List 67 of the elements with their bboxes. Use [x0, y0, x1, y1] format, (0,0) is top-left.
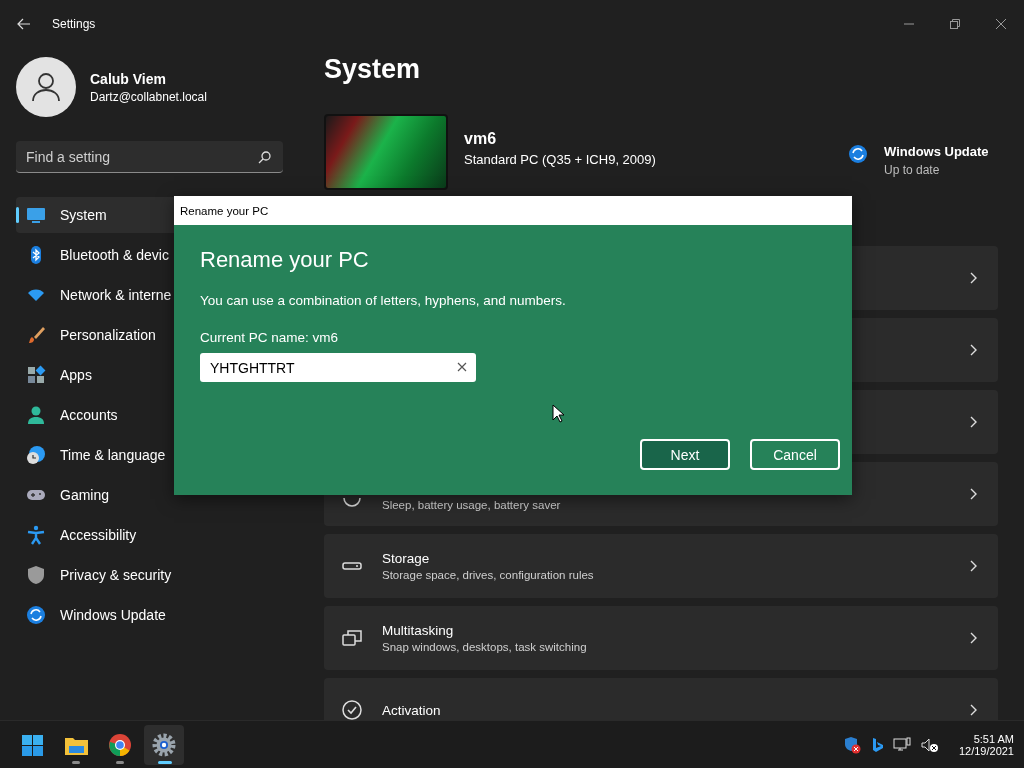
- back-arrow-icon: [17, 18, 31, 30]
- current-name-label: Current PC name: vm6: [200, 330, 340, 345]
- clock-time: 5:51 AM: [973, 732, 1014, 745]
- person-icon: [26, 405, 46, 425]
- chevron-right-icon: [970, 704, 978, 716]
- clock-globe-icon: [26, 445, 46, 465]
- chevron-right-icon: [970, 632, 978, 644]
- card-subtitle: Snap windows, desktops, task switching: [382, 641, 588, 653]
- shield-icon: [26, 565, 46, 585]
- dialog-description: You can use a combination of letters, hyphens, and numbers.: [200, 293, 567, 308]
- brush-icon: [26, 325, 46, 345]
- window-title: Settings: [52, 17, 96, 31]
- clock-date: 12/19/2021: [958, 744, 1014, 757]
- sync-icon: [26, 605, 46, 625]
- search-icon: [258, 151, 271, 164]
- clear-button[interactable]: [457, 362, 467, 372]
- clear-icon: [457, 362, 467, 372]
- page-title: System: [324, 54, 422, 86]
- sidebar-item[interactable]: Windows Update: [16, 597, 286, 633]
- card-title: Multitasking: [382, 623, 455, 638]
- taskbar-app[interactable]: [144, 724, 184, 765]
- chevron-right-icon: [970, 344, 978, 356]
- card-subtitle: Sleep, battery usage, battery saver: [382, 499, 562, 511]
- accessibility-icon: [26, 525, 46, 545]
- close-icon: [996, 19, 1006, 29]
- chevron-right-icon: [970, 272, 978, 284]
- chevron-right-icon: [970, 560, 978, 572]
- update-status: Up to date: [884, 163, 941, 177]
- chevron-right-icon: [970, 488, 978, 500]
- sidebar-item[interactable]: Time & language: [16, 437, 286, 473]
- settings-card[interactable]: Storage Storage space, drives, configuration rules: [324, 534, 998, 598]
- chevron-right-icon: [970, 416, 978, 428]
- sidebar-item[interactable]: Accounts: [16, 397, 286, 433]
- apps-icon: [26, 365, 46, 385]
- dialog-title: Rename your PC: [174, 196, 852, 225]
- sidebar-item[interactable]: Gaming: [16, 477, 286, 513]
- next-button[interactable]: Next: [640, 439, 730, 470]
- update-title: Windows Update: [884, 144, 989, 159]
- device-name: vm6: [464, 130, 498, 148]
- settings-card[interactable]: Multitasking Snap windows, desktops, task switching: [324, 606, 998, 670]
- user-name: Calub Viem: [90, 70, 167, 87]
- clock[interactable]: 5:51 AM 12/19/2021: [958, 732, 1014, 757]
- device-model: Standard PC (Q35 + ICH9, 2009): [464, 152, 656, 167]
- sidebar-item[interactable]: Accessibility: [16, 517, 286, 553]
- monitor-icon: [26, 205, 46, 225]
- dialog-heading: Rename your PC: [200, 247, 370, 273]
- gear-icon: [152, 732, 176, 757]
- windows-logo-icon: [20, 732, 44, 757]
- check-circle-icon: [340, 698, 364, 720]
- card-title: Activation: [382, 702, 442, 718]
- sync-icon: [848, 144, 868, 164]
- name-input-field[interactable]: YHTGHTTRT: [200, 353, 476, 382]
- shield-error-icon[interactable]: [842, 735, 861, 754]
- card-title: Storage: [382, 551, 431, 566]
- chrome-logo-icon: [108, 732, 132, 757]
- card-subtitle: Storage space, drives, configuration rules: [382, 569, 595, 581]
- speaker-muted-icon[interactable]: [920, 736, 939, 753]
- sidebar-item[interactable]: Privacy & security: [16, 557, 286, 593]
- user-email: Dartz@collabnet.local: [90, 89, 207, 104]
- network-monitor-icon[interactable]: [892, 736, 911, 753]
- restore-icon: [950, 19, 960, 29]
- settings-card[interactable]: Activation: [324, 678, 998, 720]
- search-field[interactable]: Find a setting: [16, 141, 283, 173]
- cancel-button[interactable]: Cancel: [750, 439, 840, 470]
- person-silhouette-icon: [31, 72, 61, 102]
- mouse-pointer-icon: [552, 404, 564, 423]
- bing-b-icon[interactable]: [870, 736, 883, 753]
